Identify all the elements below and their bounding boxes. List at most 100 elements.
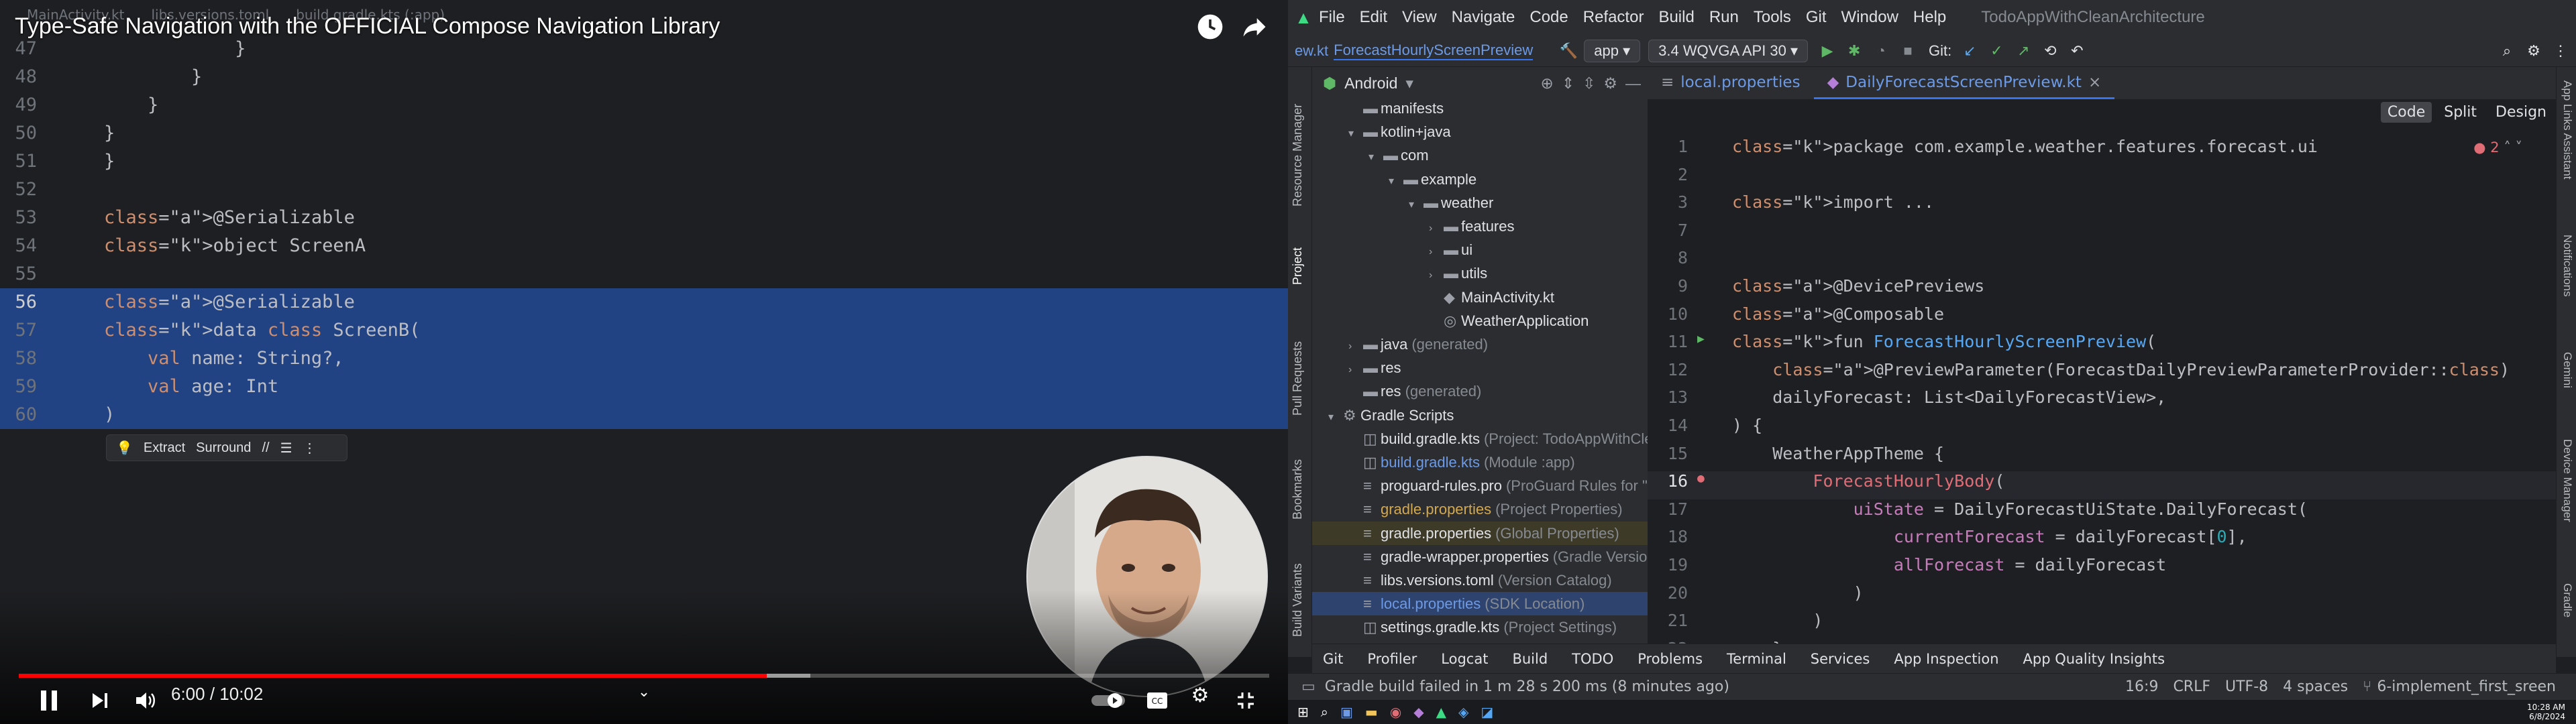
breadcrumb-file[interactable]: ew.kt <box>1295 42 1328 60</box>
tree-item[interactable]: › ▬ java (generated) <box>1312 333 1648 356</box>
menu-item-git[interactable]: Git <box>1806 8 1827 27</box>
error-gutter-icon[interactable]: ● <box>1697 471 1705 485</box>
chevron-icon[interactable]: ▾ <box>1368 145 1383 167</box>
next-icon[interactable] <box>83 684 117 717</box>
close-icon[interactable]: × <box>2088 67 2101 97</box>
chevron-icon[interactable]: ▾ <box>1389 170 1403 191</box>
tab-daily-forecast-preview[interactable]: ◆ DailyForecastScreenPreview.kt × <box>1813 67 2115 99</box>
indent-setting[interactable]: 4 spaces <box>2283 678 2348 695</box>
build-variants-tab[interactable]: Build Variants <box>1291 536 1309 637</box>
tool-todo[interactable]: TODO <box>1572 651 1613 667</box>
device-manager-tab[interactable]: Device Manager <box>2559 439 2574 540</box>
chevron-icon[interactable]: ▾ <box>1348 122 1363 143</box>
video-player[interactable]: MainActivity.kt libs.versions.toml build… <box>0 0 1288 724</box>
menu-item-view[interactable]: View <box>1402 8 1437 27</box>
chevron-icon[interactable]: ▾ <box>1409 193 1424 215</box>
locate-icon[interactable]: ⊕ <box>1541 74 1554 93</box>
git-branch[interactable]: 6-implement_first_sreen <box>2377 678 2556 695</box>
device-select[interactable]: 3.4 WQVGA API 30 ▾ <box>1648 39 1809 62</box>
more-vertical-icon[interactable]: ⋮ <box>2549 42 2572 60</box>
lightbulb-icon[interactable]: 💡 <box>116 440 133 457</box>
gemini-tab[interactable]: Gemini <box>2559 352 2574 406</box>
tool-terminal[interactable]: Terminal <box>1727 651 1786 667</box>
menu-item-file[interactable]: File <box>1319 8 1345 27</box>
tree-item[interactable]: › ▬ utils <box>1312 261 1648 285</box>
tree-item[interactable]: ▬ res (generated) <box>1312 379 1648 403</box>
tree-item[interactable]: ≡ gradle-wrapper.properties (Gradle Versio… <box>1312 545 1648 568</box>
tree-item[interactable]: ▾ ▬ com <box>1312 143 1648 167</box>
watch-later-icon[interactable] <box>1194 12 1226 44</box>
app-icon[interactable]: ◆ <box>1413 704 1424 720</box>
tree-item[interactable]: ▾ ▬ kotlin+java <box>1312 120 1648 143</box>
status-message[interactable]: Gradle build failed in 1 m 28 s 200 ms (… <box>1325 678 1729 695</box>
menu-item-help[interactable]: Help <box>1913 8 1946 27</box>
resource-manager-tab[interactable]: Resource Manager <box>1291 79 1309 206</box>
tree-item[interactable]: › ▬ features <box>1312 215 1648 238</box>
tree-item[interactable]: ◫ build.gradle.kts (Module :app) <box>1312 450 1648 474</box>
more-vertical-icon[interactable]: ⋮ <box>303 440 317 457</box>
tool-profiler[interactable]: Profiler <box>1367 651 1417 667</box>
hide-icon[interactable]: — <box>1625 74 1641 93</box>
profile-icon[interactable]: ◔ <box>1870 42 1892 60</box>
settings-icon[interactable]: ⚙ <box>1603 74 1617 93</box>
share-icon[interactable] <box>1238 12 1271 44</box>
run-gutter-icon[interactable]: ▶ <box>1697 332 1705 346</box>
comment-icon[interactable]: // <box>262 440 269 456</box>
chevron-down-icon[interactable]: ⌄ <box>631 684 657 717</box>
settings-icon[interactable]: ⚙ <box>2522 42 2545 60</box>
extract-action[interactable]: Extract <box>144 440 185 456</box>
run-config-tab[interactable]: ForecastHourlyScreenPreview <box>1334 42 1534 60</box>
panel-toggle-icon[interactable]: ▭ <box>1301 678 1316 695</box>
tree-item[interactable]: ▾ ▬ example <box>1312 168 1648 191</box>
project-tool-tab[interactable]: Project <box>1291 231 1309 285</box>
tool-services[interactable]: Services <box>1811 651 1870 667</box>
chevron-icon[interactable]: › <box>1429 263 1444 285</box>
autoplay-toggle[interactable] <box>1089 684 1127 717</box>
app-links-assistant-tab[interactable]: App Links Assistant <box>2559 80 2574 194</box>
menu-item-code[interactable]: Code <box>1529 8 1568 27</box>
captions-icon[interactable]: CC <box>1140 684 1174 717</box>
tree-item[interactable]: ◫ build.gradle.kts (Project: TodoAppWithCl… <box>1312 427 1648 450</box>
clock[interactable]: 10:28 AM 6/8/2024 <box>2527 703 2565 721</box>
chevron-icon[interactable]: › <box>1348 358 1363 379</box>
caret-position[interactable]: 16:9 <box>2125 678 2158 695</box>
tool-problems[interactable]: Problems <box>1638 651 1703 667</box>
pull-requests-tab[interactable]: Pull Requests <box>1291 315 1309 416</box>
chevron-icon[interactable]: › <box>1429 217 1444 238</box>
task-view-icon[interactable]: ▣ <box>1340 704 1353 720</box>
app-icon[interactable]: ◈ <box>1458 704 1468 720</box>
stop-icon[interactable]: ■ <box>1896 42 1919 60</box>
chevron-icon[interactable]: ▾ <box>1328 406 1343 427</box>
git-update-icon[interactable]: ↙ <box>1958 42 1981 60</box>
windows-start-icon[interactable]: ⊞ <box>1297 704 1309 720</box>
chevron-icon[interactable]: › <box>1348 335 1363 356</box>
android-studio-icon[interactable]: ▲ <box>1436 704 1446 720</box>
pause-icon[interactable] <box>32 684 66 717</box>
tab-local-properties[interactable]: ≡ local.properties <box>1648 67 1814 99</box>
chevron-icon[interactable]: › <box>1429 240 1444 261</box>
file-explorer-icon[interactable]: ▬ <box>1365 704 1378 720</box>
tool-logcat[interactable]: Logcat <box>1441 651 1488 667</box>
mode-code[interactable]: Code <box>2380 102 2432 123</box>
git-push-icon[interactable]: ↗ <box>2012 42 2035 60</box>
notifications-tab[interactable]: Notifications <box>2559 235 2574 322</box>
tree-item[interactable]: ◫ settings.gradle.kts (Project Settings) <box>1312 615 1648 639</box>
tree-item[interactable]: ▾ ⚙ Gradle Scripts <box>1312 404 1648 427</box>
menu-item-build[interactable]: Build <box>1658 8 1694 27</box>
chevron-down-icon[interactable]: ▾ <box>1405 74 1413 93</box>
surround-action[interactable]: Surround <box>196 440 251 456</box>
menu-item-window[interactable]: Window <box>1841 8 1898 27</box>
app-icon[interactable]: ◪ <box>1481 704 1493 720</box>
gradle-tab[interactable]: Gradle <box>2559 583 2574 637</box>
volume-icon[interactable] <box>129 684 162 717</box>
menu-item-tools[interactable]: Tools <box>1754 8 1791 27</box>
tree-item[interactable]: ≡ gradle.properties (Project Properties) <box>1312 497 1648 521</box>
tree-item[interactable]: ≡ local.properties (SDK Location) <box>1312 592 1648 616</box>
run-icon[interactable]: ▶ <box>1816 42 1839 60</box>
line-separator[interactable]: CRLF <box>2173 678 2210 695</box>
history-icon[interactable]: ⟲ <box>2039 42 2061 60</box>
tree-item[interactable]: ▬ manifests <box>1312 97 1648 120</box>
mode-split[interactable]: Split <box>2437 102 2483 123</box>
tool-app-quality-insights[interactable]: App Quality Insights <box>2023 651 2165 667</box>
tree-item[interactable]: ≡ proguard-rules.pro (ProGuard Rules for "… <box>1312 474 1648 497</box>
